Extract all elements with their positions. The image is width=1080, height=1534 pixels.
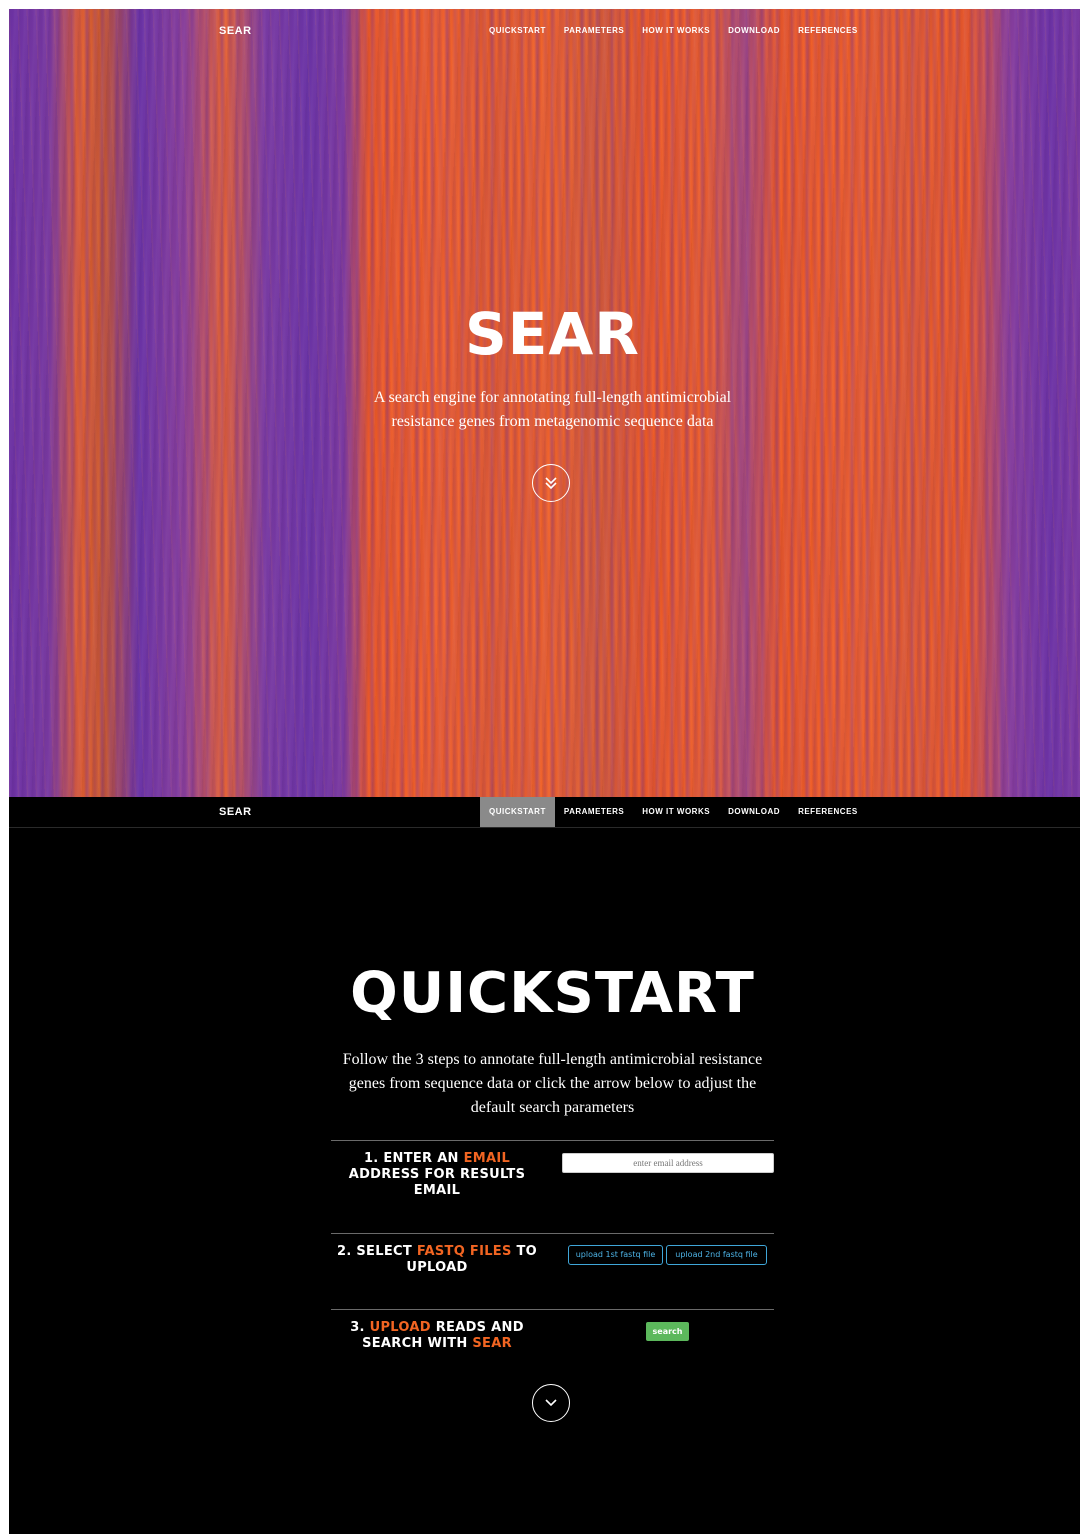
nav-item-how-it-works[interactable]: HOW IT WORKS [633, 16, 719, 46]
top-navbar: SEAR QUICKSTART PARAMETERS HOW IT WORKS … [9, 16, 1080, 46]
nav-item-parameters[interactable]: PARAMETERS [555, 797, 633, 827]
nav-item-parameters[interactable]: PARAMETERS [555, 16, 633, 46]
step-email-label-highlight: EMAIL [463, 1151, 511, 1166]
hero-section: SEAR QUICKSTART PARAMETERS HOW IT WORKS … [9, 9, 1080, 797]
sticky-navbar: SEAR QUICKSTART PARAMETERS HOW IT WORKS … [9, 797, 1080, 828]
nav-item-download[interactable]: DOWNLOAD [719, 797, 789, 827]
brand-logo-sticky[interactable]: SEAR [219, 797, 252, 827]
step-email: 1. ENTER AN EMAIL ADDRESS FOR RESULTS EM… [331, 1140, 774, 1198]
hero-title: SEAR [465, 300, 640, 368]
hero-scroll-down-button[interactable] [532, 464, 570, 502]
step-search-label: 3. UPLOAD READS AND SEARCH WITH SEAR [331, 1320, 543, 1352]
step-email-label-prefix: 1. ENTER AN [363, 1151, 464, 1166]
search-button[interactable]: search [646, 1322, 689, 1341]
upload-first-fastq-button[interactable]: upload 1st fastq file [568, 1245, 663, 1265]
hero-subtitle: A search engine for annotating full-leng… [373, 389, 732, 430]
nav-item-quickstart[interactable]: QUICKSTART [480, 16, 555, 46]
step-fastq-label-highlight: FASTQ FILES [416, 1244, 512, 1259]
nav-item-download[interactable]: DOWNLOAD [719, 16, 789, 46]
double-chevron-down-icon [545, 477, 557, 490]
nav-item-quickstart-active[interactable]: QUICKSTART [480, 797, 555, 827]
step-fastq: 2. SELECT FASTQ FILES TO UPLOAD upload 1… [331, 1233, 774, 1275]
quickstart-subtitle: Follow the 3 steps to annotate full-leng… [342, 1051, 763, 1116]
step-fastq-label: 2. SELECT FASTQ FILES TO UPLOAD [331, 1244, 543, 1276]
step-search: 3. UPLOAD READS AND SEARCH WITH SEAR sea… [331, 1309, 774, 1351]
quickstart-title: QUICKSTART [350, 961, 755, 1026]
nav-links: QUICKSTART PARAMETERS HOW IT WORKS DOWNL… [480, 16, 867, 46]
step-search-label-prefix: 3. [350, 1320, 370, 1335]
nav-links-sticky: QUICKSTART PARAMETERS HOW IT WORKS DOWNL… [480, 797, 867, 827]
quickstart-scroll-down-button[interactable] [532, 1384, 570, 1422]
step-fastq-label-prefix: 2. SELECT [336, 1244, 417, 1259]
step-search-label-highlight-2: SEAR [472, 1336, 512, 1351]
brand-logo[interactable]: SEAR [219, 16, 252, 46]
step-email-label: 1. ENTER AN EMAIL ADDRESS FOR RESULTS EM… [331, 1151, 543, 1199]
upload-second-fastq-button[interactable]: upload 2nd fastq file [666, 1245, 767, 1265]
step-search-label-highlight: UPLOAD [369, 1320, 431, 1335]
step-email-label-suffix: ADDRESS FOR RESULTS EMAIL [348, 1167, 526, 1198]
nav-item-references[interactable]: REFERENCES [789, 797, 867, 827]
nav-item-how-it-works[interactable]: HOW IT WORKS [633, 797, 719, 827]
nav-item-references[interactable]: REFERENCES [789, 16, 867, 46]
email-input[interactable] [562, 1153, 774, 1173]
chevron-down-icon [545, 1399, 557, 1407]
page: SEAR QUICKSTART PARAMETERS HOW IT WORKS … [9, 9, 1080, 1534]
